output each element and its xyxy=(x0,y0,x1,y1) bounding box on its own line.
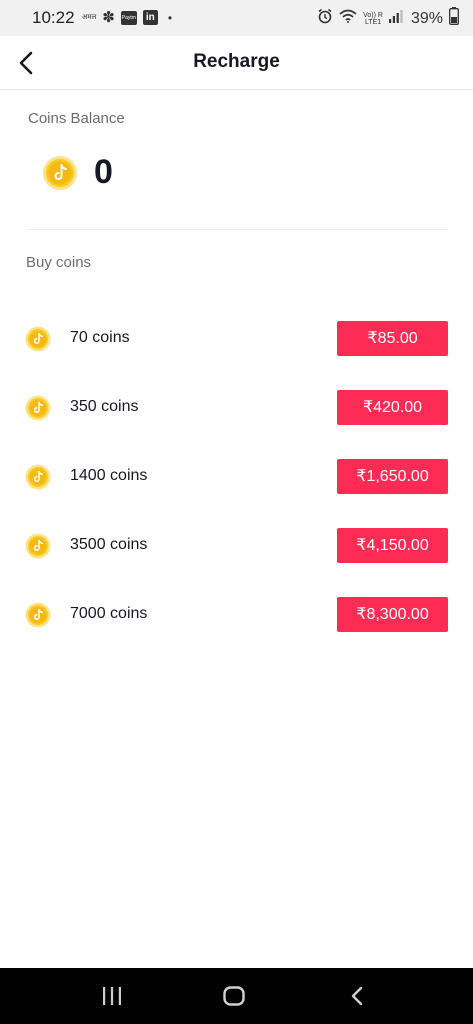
coin-package-row: 70 coins ₹85.00 xyxy=(0,321,473,357)
section-divider xyxy=(28,229,448,230)
coin-icon xyxy=(25,533,51,564)
coin-package-label: 7000 coins xyxy=(70,605,148,622)
buy-price-button[interactable]: ₹8,300.00 xyxy=(337,597,448,632)
buy-price-button[interactable]: ₹85.00 xyxy=(337,321,448,356)
battery-icon xyxy=(449,7,459,30)
coin-icon xyxy=(25,395,51,426)
coin-package-row: 1400 coins ₹1,650.00 xyxy=(0,459,473,495)
coin-icon xyxy=(25,602,51,633)
page-title: Recharge xyxy=(193,51,280,72)
app-header: Recharge xyxy=(0,36,473,90)
buy-price-button[interactable]: ₹420.00 xyxy=(337,390,448,425)
coin-icon xyxy=(25,326,51,357)
signal-strength-icon xyxy=(388,9,403,28)
coin-package-label: 350 coins xyxy=(70,398,139,415)
coin-package-label: 70 coins xyxy=(70,329,130,346)
status-time: 10:22 xyxy=(32,8,75,27)
linkedin-icon: in xyxy=(142,10,158,25)
system-icons: Vo)) R LTE1 39% xyxy=(317,7,459,30)
more-notifications-dot-icon: • xyxy=(167,10,173,25)
network-lte-label: LTE1 xyxy=(364,18,382,26)
coin-package-row: 3500 coins ₹4,150.00 xyxy=(0,528,473,564)
buy-coins-label: Buy coins xyxy=(26,254,92,271)
notification-text-icon: अमल xyxy=(82,14,97,21)
tiktok-coin-icon xyxy=(42,155,78,196)
coin-package-label: 1400 coins xyxy=(70,467,148,484)
coin-icon xyxy=(25,464,51,495)
buy-price-button[interactable]: ₹4,150.00 xyxy=(337,528,448,563)
system-navigation-bar xyxy=(0,968,473,1024)
status-bar: 10:22 अमल ✽ Paytm in • Vo)) R LTE1 39% xyxy=(0,0,473,36)
paytm-icon: Paytm xyxy=(120,10,137,25)
coins-balance-value: 0 xyxy=(94,153,113,191)
coin-package-row: 350 coins ₹420.00 xyxy=(0,390,473,426)
battery-percentage: 39% xyxy=(410,9,443,27)
buy-price-button[interactable]: ₹1,650.00 xyxy=(337,459,448,494)
coin-package-label: 3500 coins xyxy=(70,536,148,553)
back-icon[interactable] xyxy=(350,986,364,1011)
notification-icons: अमल ✽ Paytm in • xyxy=(82,10,172,25)
recent-apps-icon[interactable] xyxy=(102,987,122,1010)
wifi-icon xyxy=(339,9,357,28)
network-volte-label: Vo)) R xyxy=(363,11,383,19)
home-icon[interactable] xyxy=(223,986,245,1011)
flower-icon: ✽ xyxy=(102,8,115,26)
coin-package-row: 7000 coins ₹8,300.00 xyxy=(0,597,473,633)
alarm-icon xyxy=(317,8,333,29)
coins-balance-label: Coins Balance xyxy=(28,110,125,127)
network-type-indicator: Vo)) R LTE1 xyxy=(363,12,383,26)
